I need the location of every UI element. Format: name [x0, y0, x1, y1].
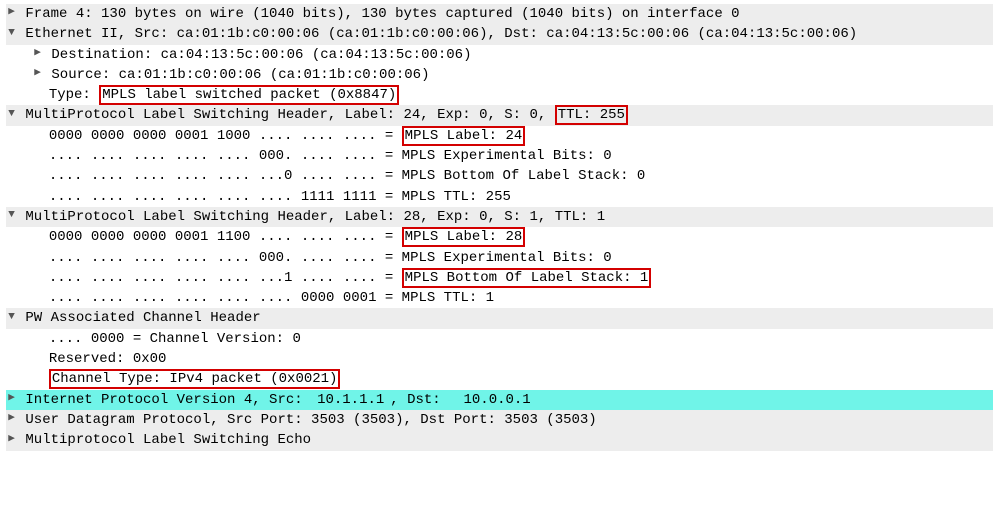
- mpls2-bos-bits: .... .... .... .... .... ...1 .... .... …: [49, 270, 402, 286]
- mpls2-ttl-row[interactable]: .... .... .... .... .... .... 0000 0001 …: [6, 288, 993, 308]
- mpls1-ttl-row[interactable]: .... .... .... .... .... .... 1111 1111 …: [6, 187, 993, 207]
- mpls1-label-bits: 0000 0000 0000 0001 1000 .... .... .... …: [49, 128, 402, 144]
- chevron-down-icon: ▼: [6, 310, 17, 326]
- chevron-down-icon: ▼: [6, 208, 17, 224]
- ethernet-summary-text: Ethernet II, Src: ca:01:1b:c0:00:06 (ca:…: [25, 26, 857, 42]
- pwach-summary-text: PW Associated Channel Header: [25, 310, 260, 326]
- mpls1-label-row[interactable]: 0000 0000 0000 0001 1000 .... .... .... …: [6, 126, 993, 146]
- ipv4-mid: , Dst:: [390, 392, 457, 408]
- mpls1-summary-row[interactable]: ▼ MultiProtocol Label Switching Header, …: [6, 105, 993, 125]
- mpls2-exp-text: .... .... .... .... .... 000. .... .... …: [49, 250, 612, 266]
- chevron-right-icon: ▶: [6, 411, 17, 427]
- ethernet-type-row[interactable]: Type: MPLS label switched packet (0x8847…: [6, 85, 993, 105]
- mpls1-exp-row[interactable]: .... .... .... .... .... 000. .... .... …: [6, 146, 993, 166]
- chevron-right-icon: ▶: [32, 66, 43, 82]
- mpls2-label-value: MPLS Label: 28: [402, 227, 526, 247]
- ipv4-src-value: 10.1.1.1: [311, 390, 390, 410]
- ethernet-type-value: MPLS label switched packet (0x8847): [99, 85, 399, 105]
- pwach-summary-row[interactable]: ▼ PW Associated Channel Header: [6, 308, 993, 328]
- mpls1-label-value: MPLS Label: 24: [402, 126, 526, 146]
- frame-summary-row[interactable]: ▶ Frame 4: 130 bytes on wire (1040 bits)…: [6, 4, 993, 24]
- ethernet-dst-text: Destination: ca:04:13:5c:00:06 (ca:04:13…: [51, 47, 471, 63]
- mpls2-ttl-text: .... .... .... .... .... .... 0000 0001 …: [49, 290, 494, 306]
- ethernet-src-text: Source: ca:01:1b:c0:00:06 (ca:01:1b:c0:0…: [51, 67, 429, 83]
- pwach-ver-text: .... 0000 = Channel Version: 0: [49, 331, 301, 347]
- mpls2-summary-row[interactable]: ▼ MultiProtocol Label Switching Header, …: [6, 207, 993, 227]
- mpls1-summary-a: MultiProtocol Label Switching Header, La…: [25, 107, 554, 123]
- chevron-down-icon: ▼: [6, 26, 17, 42]
- mpls-echo-summary-text: Multiprotocol Label Switching Echo: [25, 432, 311, 448]
- frame-summary-text: Frame 4: 130 bytes on wire (1040 bits), …: [25, 6, 739, 22]
- mpls2-summary-text: MultiProtocol Label Switching Header, La…: [25, 209, 605, 225]
- ethernet-type-label: Type:: [49, 87, 99, 103]
- pwach-ver-row[interactable]: .... 0000 = Channel Version: 0: [6, 329, 993, 349]
- mpls2-bos-value: MPLS Bottom Of Label Stack: 1: [402, 268, 652, 288]
- chevron-right-icon: ▶: [6, 5, 17, 21]
- ipv4-prefix: Internet Protocol Version 4, Src:: [25, 392, 311, 408]
- mpls1-ttl-highlight: TTL: 255: [555, 105, 628, 125]
- mpls1-exp-text: .... .... .... .... .... 000. .... .... …: [49, 148, 612, 164]
- pwach-reserved-row[interactable]: Reserved: 0x00: [6, 349, 993, 369]
- mpls1-bos-text: .... .... .... .... .... ...0 .... .... …: [49, 168, 646, 184]
- chevron-right-icon: ▶: [6, 391, 17, 407]
- udp-summary-text: User Datagram Protocol, Src Port: 3503 (…: [25, 412, 596, 428]
- ipv4-summary-row[interactable]: ▶ Internet Protocol Version 4, Src: 10.1…: [6, 390, 993, 410]
- mpls2-exp-row[interactable]: .... .... .... .... .... 000. .... .... …: [6, 248, 993, 268]
- pwach-chantype-value: Channel Type: IPv4 packet (0x0021): [49, 369, 341, 389]
- mpls2-label-bits: 0000 0000 0000 0001 1100 .... .... .... …: [49, 229, 402, 245]
- mpls-echo-summary-row[interactable]: ▶ Multiprotocol Label Switching Echo: [6, 430, 993, 450]
- udp-summary-row[interactable]: ▶ User Datagram Protocol, Src Port: 3503…: [6, 410, 993, 430]
- chevron-down-icon: ▼: [6, 107, 17, 123]
- mpls2-bos-row[interactable]: .... .... .... .... .... ...1 .... .... …: [6, 268, 993, 288]
- ethernet-dst-row[interactable]: ▶ Destination: ca:04:13:5c:00:06 (ca:04:…: [6, 45, 993, 65]
- pwach-chantype-row[interactable]: Channel Type: IPv4 packet (0x0021): [6, 369, 993, 389]
- pwach-reserved-text: Reserved: 0x00: [49, 351, 167, 367]
- ethernet-src-row[interactable]: ▶ Source: ca:01:1b:c0:00:06 (ca:01:1b:c0…: [6, 65, 993, 85]
- mpls2-label-row[interactable]: 0000 0000 0000 0001 1100 .... .... .... …: [6, 227, 993, 247]
- chevron-right-icon: ▶: [32, 46, 43, 62]
- mpls1-bos-row[interactable]: .... .... .... .... .... ...0 .... .... …: [6, 166, 993, 186]
- ipv4-dst-value: 10.0.0.1: [458, 390, 537, 410]
- chevron-right-icon: ▶: [6, 432, 17, 448]
- mpls1-ttl-text: .... .... .... .... .... .... 1111 1111 …: [49, 189, 511, 205]
- ethernet-summary-row[interactable]: ▼ Ethernet II, Src: ca:01:1b:c0:00:06 (c…: [6, 24, 993, 44]
